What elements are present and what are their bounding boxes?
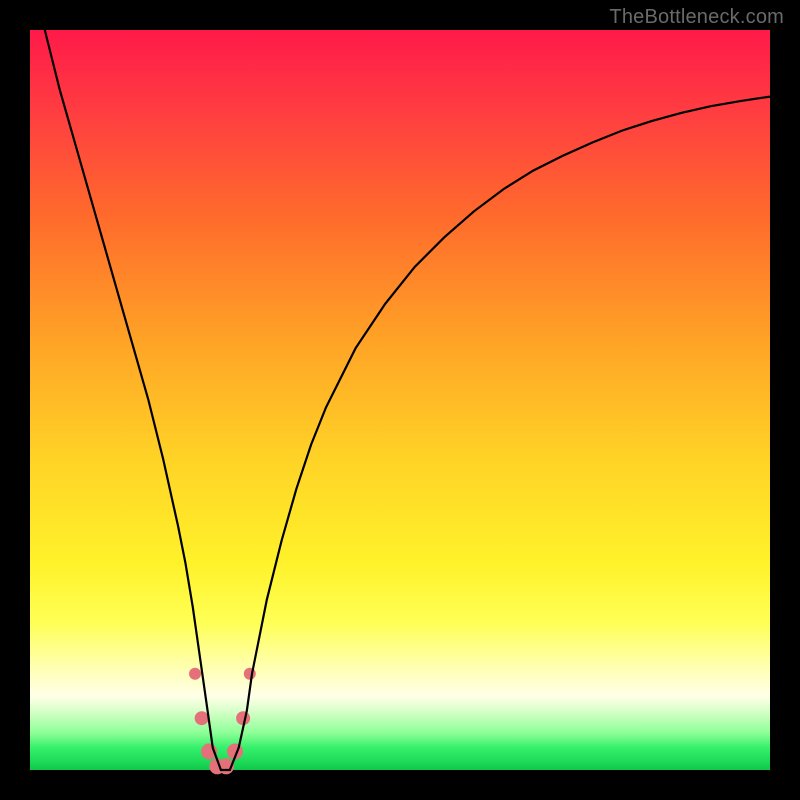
- curve-marker: [244, 668, 256, 680]
- watermark-text: TheBottleneck.com: [609, 6, 784, 29]
- curve-marker: [195, 711, 209, 725]
- chart-frame: TheBottleneck.com: [0, 0, 800, 800]
- markers-group: [189, 668, 256, 775]
- bottleneck-curve: [45, 30, 770, 770]
- curve-marker: [189, 668, 201, 680]
- chart-svg: [0, 0, 800, 800]
